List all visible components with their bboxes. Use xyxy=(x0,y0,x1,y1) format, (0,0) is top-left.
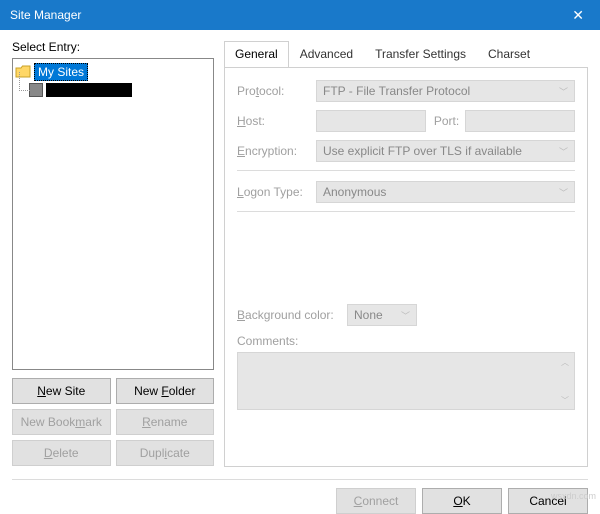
site-buttons: New Site New Folder New Bookmark Rename … xyxy=(12,378,214,466)
rename-button: Rename xyxy=(116,409,215,435)
chevron-down-icon: ﹀ xyxy=(559,186,568,199)
chevron-down-icon: ﹀ xyxy=(559,85,568,98)
duplicate-button: Duplicate xyxy=(116,440,215,466)
bgcolor-label: Background color: xyxy=(237,308,347,322)
watermark: wsxdn.com xyxy=(551,491,596,501)
host-input[interactable] xyxy=(316,110,426,132)
logon-combo[interactable]: Anonymous ﹀ xyxy=(316,181,575,203)
scroll-up-icon[interactable]: ︿ xyxy=(558,355,572,369)
protocol-label: Protocol: xyxy=(237,84,316,98)
divider xyxy=(237,211,575,212)
tab-charset[interactable]: Charset xyxy=(477,41,541,67)
host-label: Host: xyxy=(237,114,316,128)
ok-button[interactable]: OK xyxy=(422,488,502,514)
row-encryption: Encryption: Use explicit FTP over TLS if… xyxy=(237,140,575,162)
left-pane: Select Entry: My Sites New Site New Fold… xyxy=(12,40,214,467)
encryption-value: Use explicit FTP over TLS if available xyxy=(323,144,522,158)
window-title: Site Manager xyxy=(10,8,81,22)
tab-advanced[interactable]: Advanced xyxy=(289,41,364,67)
scroll-down-icon[interactable]: ﹀ xyxy=(558,393,572,407)
port-label: Port: xyxy=(434,114,459,128)
new-bookmark-button: New Bookmark xyxy=(12,409,111,435)
bgcolor-value: None xyxy=(354,308,383,322)
protocol-combo[interactable]: FTP - File Transfer Protocol ﹀ xyxy=(316,80,575,102)
connect-button: Connect xyxy=(336,488,416,514)
row-host: Host: Port: xyxy=(237,110,575,132)
chevron-down-icon: ﹀ xyxy=(401,309,410,322)
dialog-content: Select Entry: My Sites New Site New Fold… xyxy=(0,30,600,475)
encryption-label: Encryption: xyxy=(237,144,316,158)
row-bgcolor: Background color: None ﹀ xyxy=(237,304,575,326)
tree-root[interactable]: My Sites xyxy=(15,63,211,81)
new-site-button[interactable]: New Site xyxy=(12,378,111,404)
comments-textarea[interactable]: ︿ ﹀ xyxy=(237,352,575,410)
tab-bar: General Advanced Transfer Settings Chars… xyxy=(224,41,588,68)
bgcolor-combo[interactable]: None ﹀ xyxy=(347,304,417,326)
select-entry-label: Select Entry: xyxy=(12,40,214,54)
tab-transfer-settings[interactable]: Transfer Settings xyxy=(364,41,477,67)
right-pane: General Advanced Transfer Settings Chars… xyxy=(224,40,588,467)
protocol-value: FTP - File Transfer Protocol xyxy=(323,84,470,98)
close-icon[interactable]: ✕ xyxy=(566,7,590,24)
tab-general[interactable]: General xyxy=(224,41,289,67)
chevron-down-icon: ﹀ xyxy=(559,145,568,158)
server-icon xyxy=(29,83,43,97)
tree-child-label[interactable] xyxy=(46,83,132,97)
row-protocol: Protocol: FTP - File Transfer Protocol ﹀ xyxy=(237,80,575,102)
dialog-footer: Connect OK Cancel xyxy=(12,479,588,514)
tab-body-general: Protocol: FTP - File Transfer Protocol ﹀… xyxy=(224,67,588,467)
tree-child[interactable] xyxy=(29,81,211,99)
divider xyxy=(237,170,575,171)
titlebar[interactable]: Site Manager ✕ xyxy=(0,0,600,30)
new-folder-button[interactable]: New Folder xyxy=(116,378,215,404)
row-logon: Logon Type: Anonymous ﹀ xyxy=(237,181,575,203)
tree-root-label[interactable]: My Sites xyxy=(34,63,88,81)
site-tree[interactable]: My Sites xyxy=(12,58,214,370)
logon-label: Logon Type: xyxy=(237,185,316,199)
port-input[interactable] xyxy=(465,110,575,132)
delete-button: Delete xyxy=(12,440,111,466)
encryption-combo[interactable]: Use explicit FTP over TLS if available ﹀ xyxy=(316,140,575,162)
logon-value: Anonymous xyxy=(323,185,386,199)
comments-label: Comments: xyxy=(237,334,575,348)
